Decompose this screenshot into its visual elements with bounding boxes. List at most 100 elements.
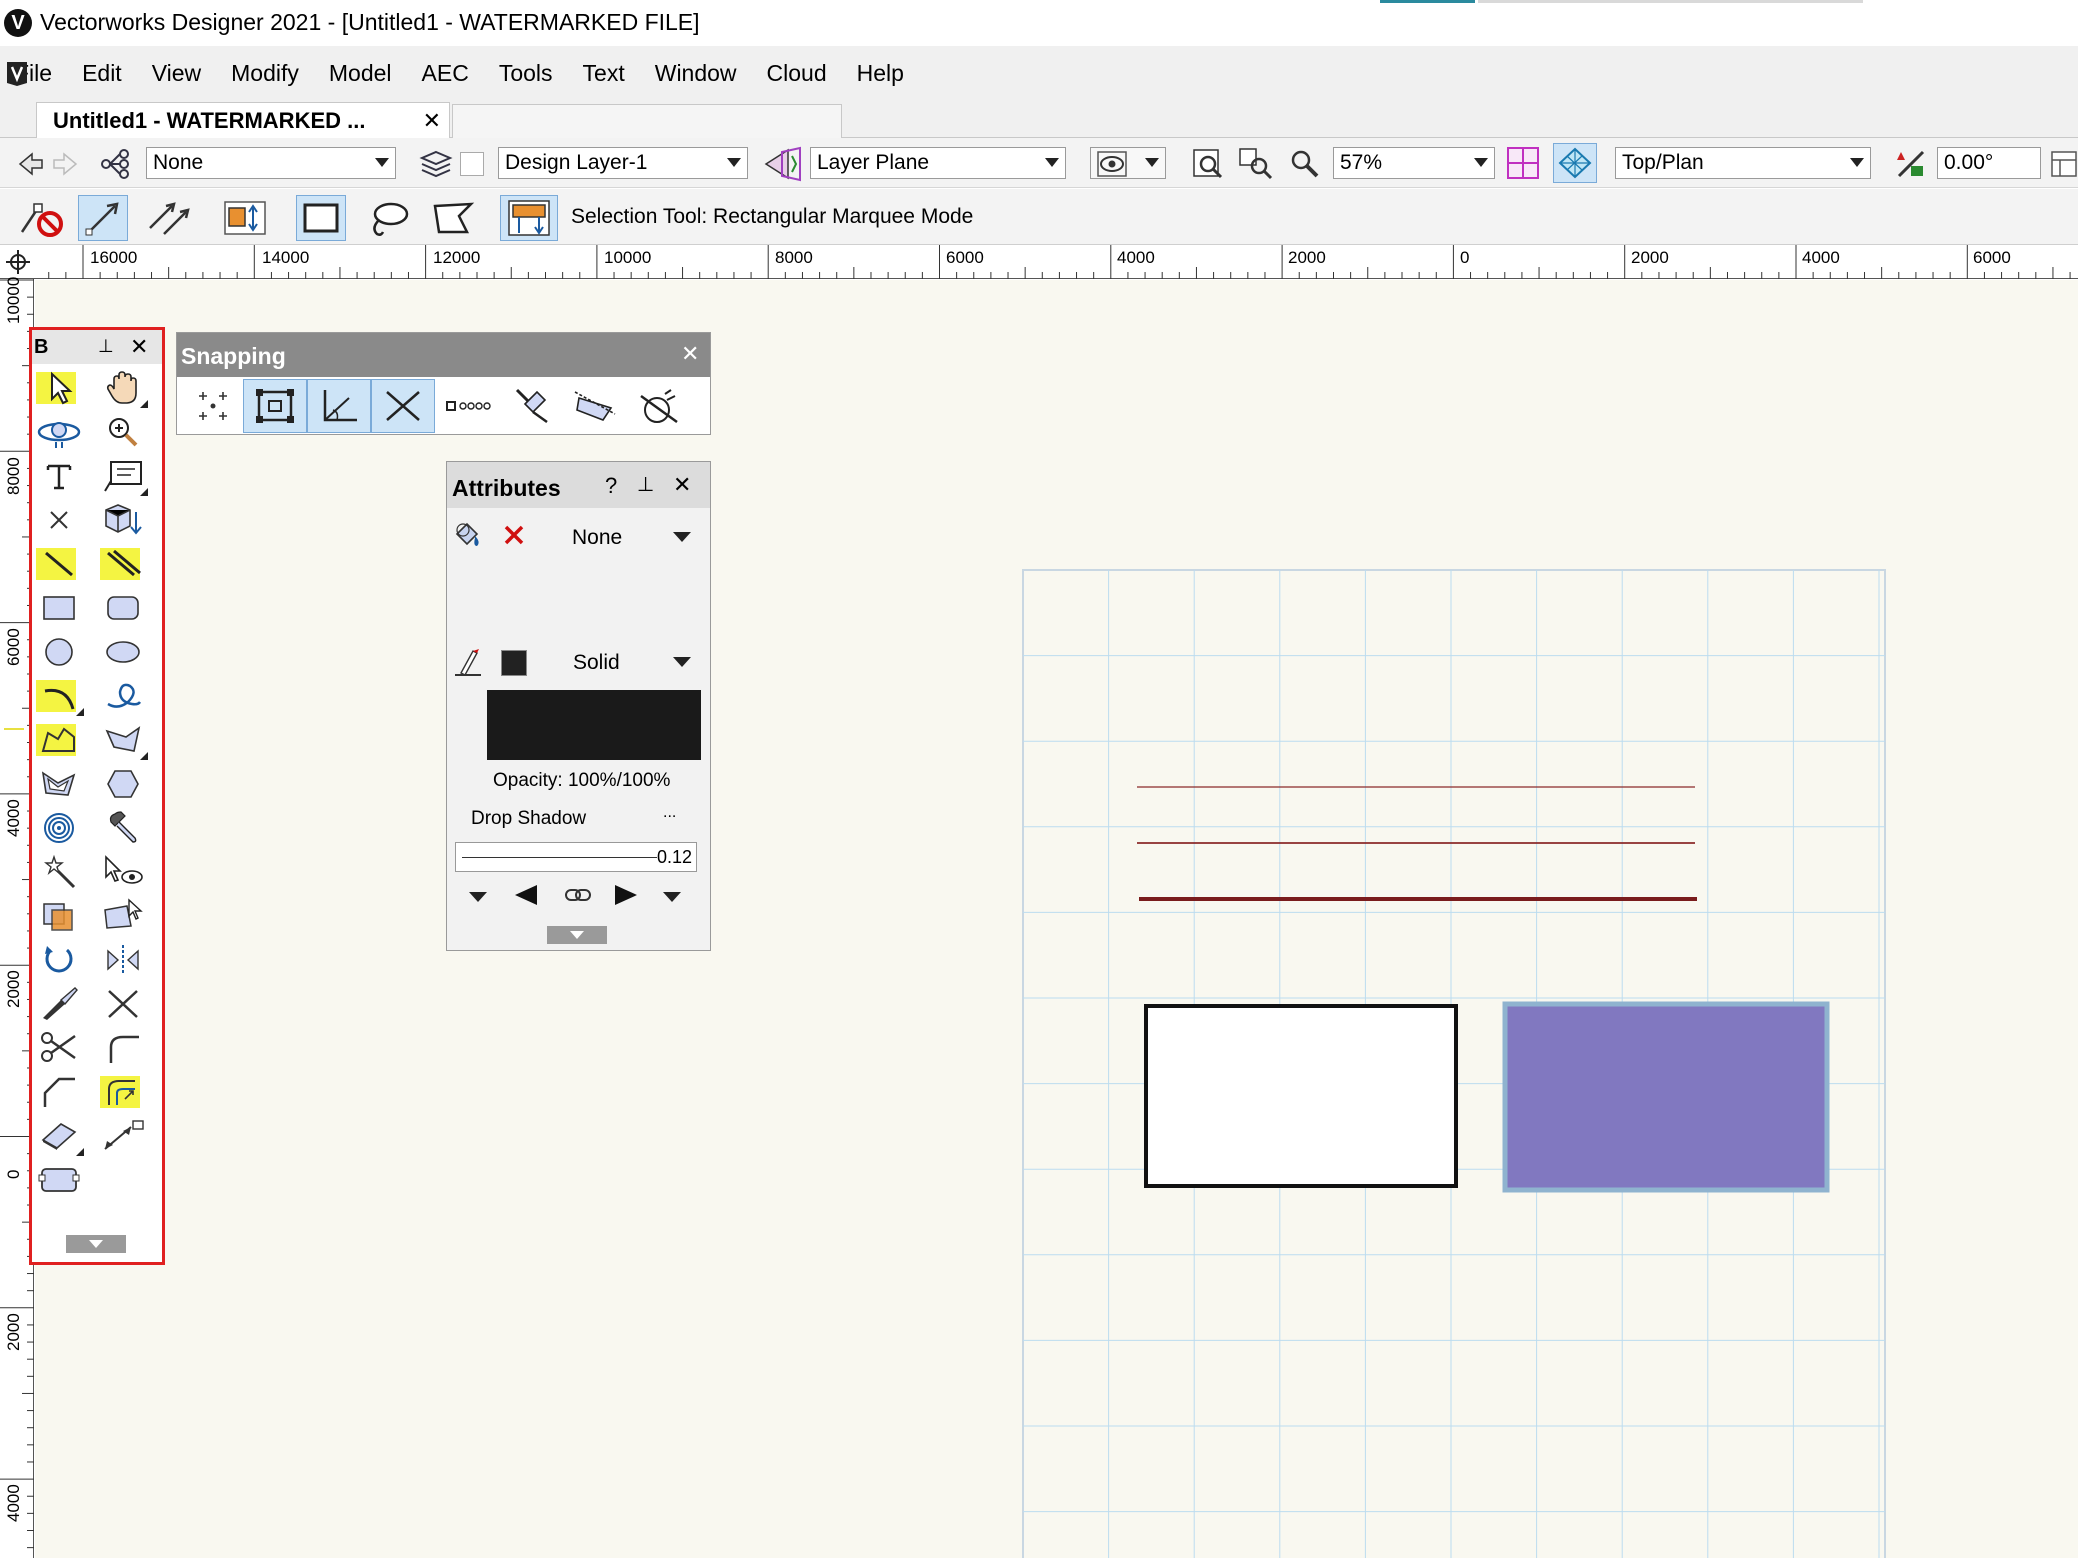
ruler-origin-icon[interactable] — [5, 249, 31, 275]
selection-preferences-button[interactable] — [500, 195, 558, 241]
snapping-palette-header[interactable]: Snapping ✕ — [177, 333, 710, 377]
help-icon[interactable]: ? — [605, 473, 617, 499]
polygon-tool[interactable] — [96, 718, 150, 762]
snap-to-object-button[interactable] — [243, 379, 307, 433]
drawn-rectangle-white[interactable] — [1144, 1004, 1458, 1188]
layer-dropdown[interactable]: Design Layer-1 — [498, 147, 748, 179]
double-line-tool[interactable] — [96, 542, 150, 586]
pin-icon[interactable]: ⊥ — [98, 336, 114, 357]
snap-to-tangent-button[interactable] — [563, 379, 627, 433]
rotate-tool[interactable] — [32, 938, 86, 982]
class-dropdown[interactable]: None — [146, 147, 396, 179]
forward-arrow-icon[interactable] — [50, 146, 86, 182]
lasso-marquee-button[interactable] — [364, 195, 414, 241]
pin-icon[interactable]: ⊥ — [637, 472, 654, 497]
menu-modify[interactable]: Modify — [216, 60, 314, 87]
end-arrowhead-icon[interactable] — [613, 883, 639, 907]
mirror-tool[interactable] — [96, 938, 150, 982]
move-by-points-tool[interactable] — [32, 894, 86, 938]
rectangular-marquee-button[interactable] — [296, 195, 346, 241]
chamfer-tool[interactable] — [32, 1070, 86, 1114]
close-icon[interactable]: ✕ — [681, 341, 699, 367]
view-dropdown[interactable]: Top/Plan — [1615, 147, 1871, 179]
spiral-tool[interactable] — [32, 806, 86, 850]
palette-collapse-button[interactable] — [547, 926, 607, 944]
magnifier-icon[interactable] — [1287, 146, 1323, 182]
pen-color-preview[interactable] — [487, 690, 701, 760]
split-tool[interactable] — [32, 982, 86, 1026]
basic-palette-header[interactable]: B ⊥ ✕ — [32, 330, 162, 364]
attributes-palette-header[interactable]: Attributes ? ⊥ ✕ — [447, 462, 710, 508]
snap-to-grid-button[interactable] — [181, 379, 245, 433]
working-plane-icon[interactable] — [762, 144, 806, 184]
snap-to-distance-button[interactable] — [435, 379, 499, 433]
palette-expand-button[interactable] — [66, 1235, 126, 1253]
offset-tool[interactable] — [96, 1070, 150, 1114]
menu-aec[interactable]: AEC — [407, 60, 484, 87]
menu-cloud[interactable]: Cloud — [752, 60, 842, 87]
menu-model[interactable]: Model — [314, 60, 407, 87]
layer-options-checkbox[interactable] — [460, 152, 484, 176]
symbol-insertion-tool[interactable] — [96, 498, 150, 542]
top-plan-view-button[interactable] — [1553, 143, 1597, 183]
clip-tool[interactable] — [32, 1026, 86, 1070]
end-marker-dropdown-icon[interactable] — [663, 892, 681, 902]
zoom-tool[interactable] — [96, 410, 150, 454]
callout-tool[interactable] — [96, 454, 150, 498]
menu-edit[interactable]: Edit — [67, 60, 137, 87]
line-weight-field[interactable]: 0.12 — [455, 842, 697, 872]
standard-views-icon[interactable] — [1505, 145, 1541, 181]
plane-dropdown[interactable]: Layer Plane — [810, 147, 1066, 179]
fillet-tool[interactable] — [96, 1026, 150, 1070]
regular-polygon-tool[interactable] — [96, 762, 150, 806]
snap-to-surface-button[interactable] — [627, 379, 691, 433]
drop-shadow-more-button[interactable]: ... — [663, 804, 676, 822]
plan-rotation-icon[interactable] — [1893, 146, 1929, 182]
start-marker-dropdown-icon[interactable] — [469, 892, 487, 902]
class-icon[interactable] — [98, 146, 134, 182]
drop-shadow-label[interactable]: Drop Shadow — [471, 808, 586, 830]
zoom-dropdown[interactable]: 57% — [1333, 147, 1495, 179]
view-options-icon[interactable] — [2050, 146, 2078, 182]
start-arrowhead-icon[interactable] — [513, 883, 539, 907]
rectangle-tool[interactable] — [32, 586, 86, 630]
text-tool[interactable] — [32, 454, 86, 498]
pan-tool[interactable] — [96, 366, 150, 410]
polygon-marquee-button[interactable] — [428, 195, 478, 241]
close-icon[interactable]: ✕ — [673, 472, 691, 498]
selection-tool[interactable] — [32, 366, 86, 410]
disable-interactive-scaling-button[interactable] — [16, 195, 66, 241]
opacity-label[interactable]: Opacity: 100%/100% — [493, 770, 670, 792]
eyedropper-tool[interactable] — [96, 806, 150, 850]
document-tab[interactable]: Untitled1 - WATERMARKED ... ✕ — [36, 102, 450, 139]
drawing-canvas[interactable] — [35, 280, 2078, 1558]
dimension-tool[interactable] — [96, 1114, 150, 1158]
snap-to-angle-button[interactable] — [307, 379, 371, 433]
flyover-tool[interactable] — [32, 410, 86, 454]
zoom-objects-icon[interactable] — [1237, 146, 1273, 182]
circle-tool[interactable] — [32, 630, 86, 674]
pen-color-swatch[interactable] — [501, 650, 527, 676]
menu-help[interactable]: Help — [842, 60, 919, 87]
selection-resize-tool[interactable] — [96, 894, 150, 938]
trim-tool[interactable] — [96, 982, 150, 1026]
close-icon[interactable]: ✕ — [130, 334, 148, 360]
layers-icon[interactable] — [418, 146, 454, 182]
polyline-tool[interactable] — [32, 718, 86, 762]
visibility-tool[interactable] — [96, 850, 150, 894]
close-tab-icon[interactable]: ✕ — [423, 108, 441, 134]
pen-style-dropdown-icon[interactable] — [673, 657, 691, 667]
rounded-rectangle-tool[interactable] — [96, 586, 150, 630]
back-arrow-icon[interactable] — [10, 146, 46, 182]
smart-edge-button[interactable] — [499, 379, 563, 433]
new-tab-area[interactable] — [452, 104, 842, 138]
no-fill-x-icon[interactable] — [503, 524, 525, 546]
single-object-scaling-button[interactable] — [78, 195, 128, 241]
visibility-dropdown[interactable] — [1090, 147, 1166, 179]
drawn-rectangle-purple[interactable] — [1502, 1001, 1830, 1193]
zoom-page-icon[interactable] — [1190, 146, 1226, 182]
menu-text[interactable]: Text — [568, 60, 640, 87]
app-menu-icon[interactable] — [4, 59, 30, 87]
smart-points-button[interactable] — [371, 379, 435, 433]
oval-tool[interactable] — [96, 630, 150, 674]
